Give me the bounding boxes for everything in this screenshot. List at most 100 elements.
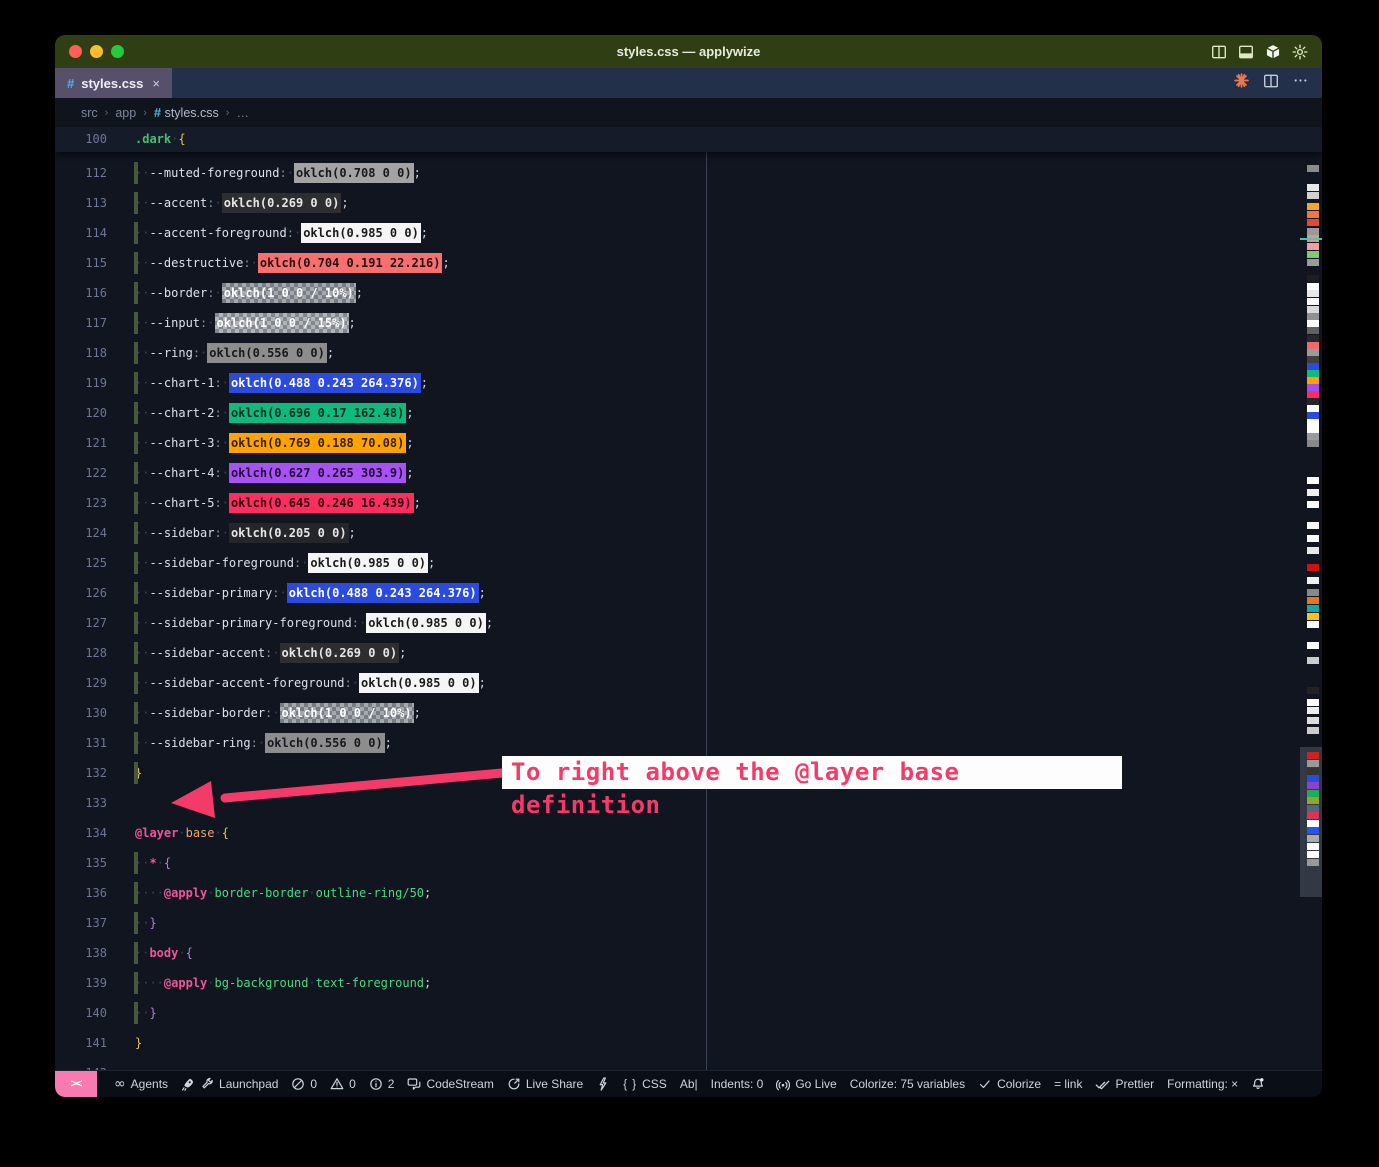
statusbar-agents[interactable]: ∞Agents bbox=[114, 1077, 168, 1091]
code-line[interactable]: 138··body·{ bbox=[55, 938, 1322, 968]
line-number[interactable]: 134 bbox=[55, 818, 107, 848]
code-line[interactable]: 134@layer·base·{ bbox=[55, 818, 1322, 848]
breadcrumb-item[interactable]: … bbox=[236, 106, 249, 120]
code-line[interactable]: 117··--input:·oklch(1 0 0 / 15%); bbox=[55, 308, 1322, 338]
code-line[interactable]: 128··--sidebar-accent:·oklch(0.269 0 0); bbox=[55, 638, 1322, 668]
code-line[interactable]: 125··--sidebar-foreground:·oklch(0.985 0… bbox=[55, 548, 1322, 578]
more-actions-icon[interactable] bbox=[1293, 73, 1308, 93]
statusbar-problems-info[interactable]: 2 bbox=[369, 1077, 395, 1091]
code-line[interactable]: 127··--sidebar-primary-foreground:·oklch… bbox=[55, 608, 1322, 638]
code-line[interactable]: 114··--accent-foreground:·oklch(0.985 0 … bbox=[55, 218, 1322, 248]
extension-cube-icon[interactable] bbox=[1265, 44, 1281, 60]
statusbar-launchpad[interactable]: Launchpad bbox=[181, 1077, 278, 1091]
code-line[interactable]: 129··--sidebar-accent-foreground:·oklch(… bbox=[55, 668, 1322, 698]
statusbar-problems-warnings[interactable]: 0 bbox=[330, 1077, 356, 1091]
code-line[interactable]: 139····@apply·bg-background·text-foregro… bbox=[55, 968, 1322, 998]
code-line[interactable]: 119··--chart-1:·oklch(0.488 0.243 264.37… bbox=[55, 368, 1322, 398]
line-number[interactable]: 114 bbox=[55, 218, 107, 248]
code-line[interactable]: 131··--sidebar-ring:·oklch(0.556 0 0); bbox=[55, 728, 1322, 758]
code-line[interactable]: 137··} bbox=[55, 908, 1322, 938]
line-number[interactable]: 117 bbox=[55, 308, 107, 338]
code-line[interactable]: 141} bbox=[55, 1028, 1322, 1058]
breadcrumb-item[interactable]: app bbox=[115, 106, 136, 120]
code-line[interactable]: 116··--border:·oklch(1 0 0 / 10%); bbox=[55, 278, 1322, 308]
line-number[interactable]: 125 bbox=[55, 548, 107, 578]
code-line[interactable]: 120··--chart-2:·oklch(0.696 0.17 162.48)… bbox=[55, 398, 1322, 428]
statusbar-formatting[interactable]: Formatting: × bbox=[1167, 1077, 1238, 1091]
line-number[interactable]: 128 bbox=[55, 638, 107, 668]
line-number[interactable]: 113 bbox=[55, 188, 107, 218]
line-number[interactable]: 116 bbox=[55, 278, 107, 308]
code-line[interactable]: 115··--destructive:·oklch(0.704 0.191 22… bbox=[55, 248, 1322, 278]
breadcrumb-item[interactable]: # styles.css bbox=[154, 105, 219, 120]
code-line[interactable]: 100.dark·{ bbox=[55, 127, 1322, 152]
statusbar-problems-errors[interactable]: 0 bbox=[291, 1077, 317, 1091]
line-number[interactable]: 120 bbox=[55, 398, 107, 428]
sticky-scroll-line[interactable]: 100.dark·{ bbox=[55, 127, 1322, 152]
statusbar-colorize-toggle[interactable]: Colorize bbox=[978, 1077, 1041, 1091]
line-number[interactable]: 141 bbox=[55, 1028, 107, 1058]
line-number[interactable]: 118 bbox=[55, 338, 107, 368]
line-number[interactable]: 100 bbox=[55, 127, 107, 152]
line-number[interactable]: 131 bbox=[55, 728, 107, 758]
code-line[interactable]: 126··--sidebar-primary:·oklch(0.488 0.24… bbox=[55, 578, 1322, 608]
breadcrumb[interactable]: src›app›# styles.css›… bbox=[55, 98, 1322, 127]
code-line[interactable]: 142 bbox=[55, 1058, 1322, 1070]
layout-panel-icon[interactable] bbox=[1238, 44, 1254, 60]
split-editor-icon[interactable] bbox=[1263, 73, 1279, 94]
line-number[interactable]: 127 bbox=[55, 608, 107, 638]
statusbar-zap[interactable] bbox=[596, 1077, 610, 1091]
settings-gear-icon[interactable] bbox=[1292, 44, 1308, 60]
statusbar-codestream[interactable]: CodeStream bbox=[407, 1077, 493, 1091]
code-line[interactable]: 133 bbox=[55, 788, 1322, 818]
line-number[interactable]: 130 bbox=[55, 698, 107, 728]
close-tab-icon[interactable]: × bbox=[152, 76, 160, 91]
split-editor-icon[interactable] bbox=[1211, 44, 1227, 60]
line-number[interactable]: 132 bbox=[55, 758, 107, 788]
code-line[interactable]: 136····@apply·border-border·outline-ring… bbox=[55, 878, 1322, 908]
line-number[interactable]: 133 bbox=[55, 788, 107, 818]
code-line[interactable]: 140··} bbox=[55, 998, 1322, 1028]
statusbar-indents[interactable]: Indents: 0 bbox=[711, 1077, 764, 1091]
code-editor[interactable]: 100.dark·{ 112··--muted-foreground:·oklc… bbox=[55, 127, 1322, 1070]
statusbar-prettier[interactable]: Prettier bbox=[1095, 1077, 1154, 1092]
code-line[interactable]: 123··--chart-5:·oklch(0.645 0.246 16.439… bbox=[55, 488, 1322, 518]
line-number[interactable]: 122 bbox=[55, 458, 107, 488]
line-number[interactable]: 129 bbox=[55, 668, 107, 698]
statusbar-language-mode-css[interactable]: { }CSS bbox=[623, 1077, 667, 1091]
statusbar-link-mode[interactable]: = link bbox=[1054, 1077, 1082, 1091]
line-number[interactable]: 123 bbox=[55, 488, 107, 518]
line-number[interactable]: 142 bbox=[55, 1058, 107, 1070]
line-number[interactable]: 112 bbox=[55, 158, 107, 188]
code-line[interactable]: 124··--sidebar:·oklch(0.205 0 0); bbox=[55, 518, 1322, 548]
line-number[interactable]: 119 bbox=[55, 368, 107, 398]
code-line[interactable]: 135··*·{ bbox=[55, 848, 1322, 878]
line-number[interactable]: 140 bbox=[55, 998, 107, 1028]
tab-styles-css[interactable]: # styles.css × bbox=[55, 68, 172, 98]
line-number[interactable]: 126 bbox=[55, 578, 107, 608]
line-number[interactable]: 121 bbox=[55, 428, 107, 458]
line-number[interactable]: 115 bbox=[55, 248, 107, 278]
statusbar-remote-indicator[interactable]: >< bbox=[55, 1071, 97, 1097]
breadcrumb-item[interactable]: src bbox=[81, 106, 98, 120]
code-line[interactable]: 122··--chart-4:·oklch(0.627 0.265 303.9)… bbox=[55, 458, 1322, 488]
line-number[interactable]: 138 bbox=[55, 938, 107, 968]
statusbar-colorize-count[interactable]: Colorize: 75 variables bbox=[850, 1077, 965, 1091]
line-number[interactable]: 135 bbox=[55, 848, 107, 878]
line-number[interactable]: 124 bbox=[55, 518, 107, 548]
code-line[interactable]: 112··--muted-foreground:·oklch(0.708 0 0… bbox=[55, 158, 1322, 188]
code-line[interactable]: 118··--ring:·oklch(0.556 0 0); bbox=[55, 338, 1322, 368]
line-number[interactable]: 136 bbox=[55, 878, 107, 908]
line-number[interactable]: 139 bbox=[55, 968, 107, 998]
code-line[interactable]: 130··--sidebar-border:·oklch(1 0 0 / 10%… bbox=[55, 698, 1322, 728]
statusbar-live-share[interactable]: Live Share bbox=[507, 1077, 583, 1091]
colorize-star-icon[interactable] bbox=[1234, 73, 1249, 93]
statusbar-notifications[interactable] bbox=[1251, 1077, 1265, 1091]
minimap[interactable] bbox=[1300, 127, 1322, 1070]
statusbar-go-live[interactable]: Go Live bbox=[776, 1077, 836, 1091]
code-line[interactable]: 113··--accent:·oklch(0.269 0 0); bbox=[55, 188, 1322, 218]
code-line[interactable]: 121··--chart-3:·oklch(0.769 0.188 70.08)… bbox=[55, 428, 1322, 458]
line-number[interactable]: 137 bbox=[55, 908, 107, 938]
statusbar-abbreviation[interactable]: Ab| bbox=[680, 1077, 698, 1091]
tab-bar: # styles.css × bbox=[55, 68, 1322, 98]
